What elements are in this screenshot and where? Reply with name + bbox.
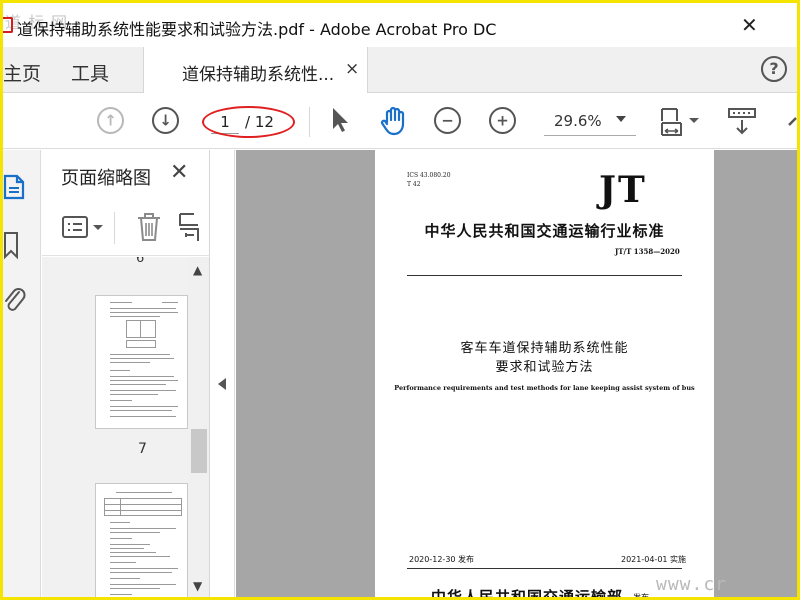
zoom-out-button[interactable]: − [434,107,461,134]
close-panel-button[interactable]: ✕ [170,162,188,184]
zoom-value: 29.6% [554,112,602,130]
zoom-level-select[interactable]: 29.6% [544,108,636,136]
jt-logo: JT [599,169,647,211]
more-tools-icon[interactable] [787,105,797,135]
panel-collapse-gutter[interactable] [211,150,235,597]
issuing-suffix: 发布 [633,592,649,597]
insert-page-icon[interactable] [178,211,202,243]
window-close-button[interactable]: ✕ [741,15,758,35]
trash-icon[interactable] [135,211,163,243]
standard-number: JT/T 1358—2020 [615,247,680,256]
pdf-page: ICS 43.080.20 T 42 JT 中华人民共和国交通运输行业标准 JT… [375,150,714,597]
issue-date: 2020-12-30 发布 [409,555,475,564]
tab-bar: 主页 工具 道保持辅助系统性... × ? [3,47,797,93]
acrobat-window: 道 标 网 道保持辅助系统性能要求和试验方法.pdf - Adobe Acrob… [3,3,797,597]
zoom-in-button[interactable]: + [489,107,516,134]
tab-document-label: 道保持辅助系统性... [182,65,335,85]
document-title-english: Performance requirements and test method… [394,384,695,392]
collapse-left-icon[interactable] [218,378,226,390]
document-viewer[interactable]: ICS 43.080.20 T 42 JT 中华人民共和国交通运输行业标准 JT… [236,150,797,597]
page-thumbnails-icon[interactable] [3,172,27,202]
previous-page-button[interactable]: ↑ [97,107,124,134]
watermark-bottom: www.cr [656,574,728,595]
page-rule [407,275,682,276]
tab-home[interactable]: 主页 [3,59,41,86]
tab-close-button[interactable]: × [345,59,359,79]
scroll-mode-icon[interactable] [725,105,759,139]
thumbnail-page-label: 6 [136,257,145,266]
classification-code: T 42 [407,181,421,188]
arrow-up-icon: ↑ [104,111,117,129]
attachment-icon[interactable] [3,284,27,316]
tab-tools[interactable]: 工具 [71,59,109,86]
thumbnails-scrollbar[interactable]: ▲ ▼ [189,257,209,597]
title-bar: 道 标 网 道保持辅助系统性能要求和试验方法.pdf - Adobe Acrob… [3,3,797,47]
plus-icon: + [496,111,509,129]
red-highlight-ellipse [202,106,295,138]
scrollbar-thumb[interactable] [191,429,207,473]
arrow-down-icon: ↓ [159,111,172,129]
hand-tool-icon[interactable] [378,105,410,137]
scroll-up-icon[interactable]: ▲ [193,263,202,277]
document-title-line2: 要求和试验方法 [495,360,594,375]
next-page-button[interactable]: ↓ [152,107,179,134]
select-arrow-icon[interactable] [329,105,351,135]
toolbar-separator [309,107,310,137]
thumbnails-panel: 页面缩略图 ✕ 6 7 ▲ ▼ [42,150,210,597]
thumbnails-tools [42,202,210,256]
tools-separator [114,212,115,244]
thumbnail-options-icon[interactable] [61,214,107,242]
document-title-line1: 客车车道保持辅助系统性能 [460,341,629,356]
page-rule [407,568,682,569]
navigation-rail [3,150,41,597]
thumbnail-page-label: 7 [138,441,147,457]
standard-organization: 中华人民共和国交通运输行业标准 [424,222,665,240]
bookmark-icon[interactable] [3,230,23,260]
page-thumbnail-7[interactable] [95,295,188,429]
scroll-down-icon[interactable]: ▼ [193,579,202,593]
page-thumbnail-8[interactable] [95,483,188,597]
chevron-down-icon [616,116,626,122]
fit-page-icon[interactable] [659,105,703,139]
ics-code: ICS 43.080.20 [407,172,451,179]
tab-document[interactable]: 道保持辅助系统性... × [143,47,368,93]
implementation-date: 2021-04-01 实施 [621,555,687,564]
help-button[interactable]: ? [761,56,787,82]
pdf-file-icon [3,17,13,33]
issuing-authority: 中华人民共和国交通运输部 [431,588,624,597]
minus-icon: − [441,111,454,129]
thumbnails-panel-title: 页面缩略图 [61,168,151,189]
thumbnails-list: 6 7 [42,257,189,597]
toolbar: ↑ ↓ 1 / 12 − + 29.6% [3,93,797,149]
window-title: 道保持辅助系统性能要求和试验方法.pdf - Adobe Acrobat Pro… [17,20,497,39]
